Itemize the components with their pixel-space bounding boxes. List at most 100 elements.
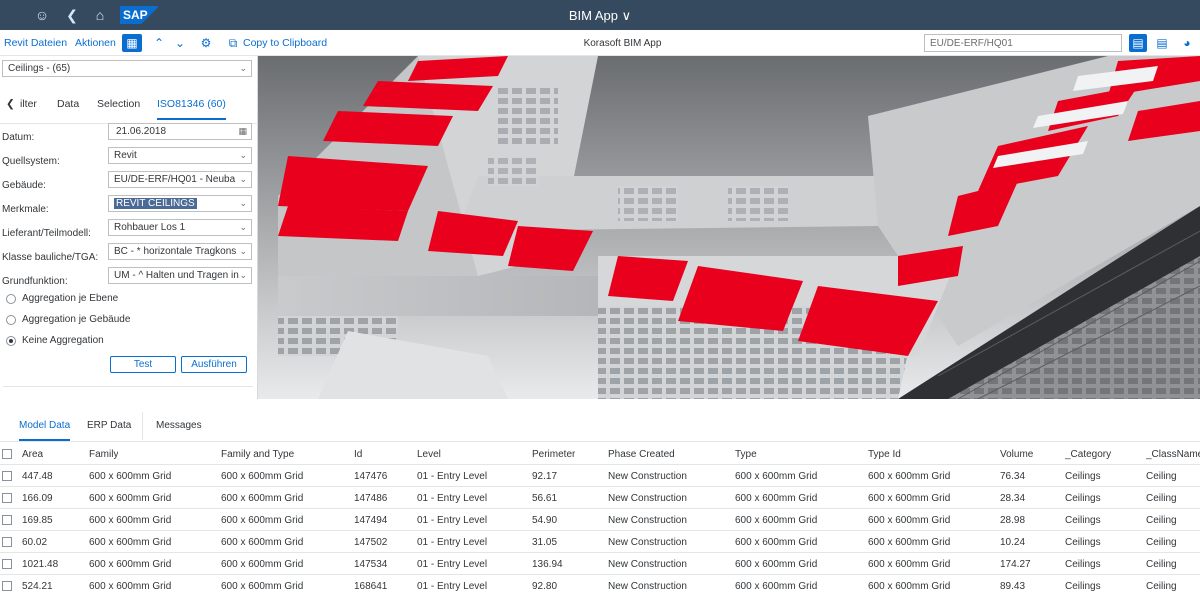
class-select[interactable]: BC - * horizontale Tragkons ⌄ (108, 243, 252, 260)
category-select[interactable]: Ceilings - (65) ⌄ (2, 60, 252, 77)
features-select[interactable]: REVIT CEILINGS ⌄ (108, 195, 252, 212)
building-search-input[interactable] (924, 34, 1122, 52)
field-label-class: Klasse bauliche/TGA: (2, 252, 99, 263)
chevron-down-icon[interactable]: ⌄ (173, 34, 187, 52)
table-cell: 600 x 600mm Grid (89, 537, 172, 548)
row-checkbox[interactable] (2, 471, 12, 481)
chevron-down-icon: ⌄ (239, 270, 247, 280)
tab-messages[interactable]: Messages (156, 420, 202, 431)
column-header[interactable]: _Category (1065, 449, 1111, 460)
report-icon[interactable]: ▤ (1129, 34, 1147, 52)
table-cell: 56.61 (532, 493, 558, 504)
table-cell: 01 - Entry Level (417, 493, 488, 504)
column-header[interactable]: Level (417, 449, 441, 460)
table-cell: 600 x 600mm Grid (89, 515, 172, 526)
home-icon[interactable]: ⌂ (92, 7, 108, 23)
pie-icon[interactable]: ◕ (1178, 34, 1196, 52)
tab-erp-data[interactable]: ERP Data (87, 420, 131, 431)
table-row[interactable]: 524.21 600 x 600mm Grid 600 x 600mm Grid 16… (0, 575, 1200, 595)
chevron-down-icon: ⌄ (239, 174, 247, 184)
table-cell: 60.02 (22, 537, 48, 548)
column-header[interactable]: Type (735, 449, 757, 460)
supplier-select[interactable]: Rohbauer Los 1 ⌄ (108, 219, 252, 236)
table-row[interactable]: 166.09 600 x 600mm Grid 600 x 600mm Grid 14… (0, 487, 1200, 509)
row-checkbox[interactable] (2, 559, 12, 569)
run-button[interactable]: Ausführen (181, 356, 247, 373)
column-header[interactable]: Volume (1000, 449, 1033, 460)
table-cell: 600 x 600mm Grid (221, 471, 304, 482)
column-header[interactable]: Family (89, 449, 118, 460)
tab-separator (142, 412, 143, 440)
table-cell: 447.48 (22, 471, 53, 482)
class-value: BC - * horizontale Tragkons (114, 246, 237, 257)
table-row[interactable]: 169.85 600 x 600mm Grid 600 x 600mm Grid 14… (0, 509, 1200, 531)
column-header[interactable]: Perimeter (532, 449, 575, 460)
radio-per-level[interactable] (6, 294, 16, 304)
calendar-icon[interactable]: ▦ (238, 124, 247, 139)
row-checkbox[interactable] (2, 581, 12, 591)
table-cell: 600 x 600mm Grid (89, 493, 172, 504)
chevron-up-icon[interactable]: ⌃ (152, 34, 166, 52)
building-select[interactable]: EU/DE-ERF/HQ01 - Neuba ⌄ (108, 171, 252, 188)
user-icon[interactable]: ☺ (34, 7, 50, 23)
table-cell: New Construction (608, 581, 687, 592)
tab-selection[interactable]: Selection (97, 98, 140, 110)
list-icon[interactable]: ▤ (1153, 34, 1171, 52)
column-header[interactable]: Id (354, 449, 362, 460)
radio-per-building[interactable] (6, 315, 16, 325)
table-cell: Ceiling (1146, 537, 1177, 548)
row-checkbox[interactable] (2, 493, 12, 503)
column-header[interactable]: Area (22, 449, 43, 460)
building-value: EU/DE-ERF/HQ01 - Neuba (114, 174, 236, 185)
table-cell: New Construction (608, 515, 687, 526)
column-header[interactable]: _ClassName (1146, 449, 1200, 460)
function-select[interactable]: UM - ^ Halten und Tragen in ⌄ (108, 267, 252, 284)
tab-data[interactable]: Data (57, 98, 79, 110)
table-cell: 600 x 600mm Grid (735, 537, 818, 548)
table-row[interactable]: 447.48 600 x 600mm Grid 600 x 600mm Grid 14… (0, 465, 1200, 487)
table-cell: 92.80 (532, 581, 558, 592)
revit-files-link[interactable]: Revit Dateien (4, 37, 67, 49)
table-cell: 01 - Entry Level (417, 537, 488, 548)
bim-3d-viewer[interactable] (258, 56, 1200, 399)
back-icon[interactable]: ❮ (64, 7, 80, 23)
column-header[interactable]: Phase Created (608, 449, 675, 460)
panel-divider (3, 386, 253, 387)
tab-model-data[interactable]: Model Data (19, 420, 71, 441)
column-header[interactable]: Family and Type (221, 449, 294, 460)
table-cell: 600 x 600mm Grid (735, 581, 818, 592)
tab-iso81346[interactable]: ISO81346 (60) (157, 98, 226, 120)
table-cell: 600 x 600mm Grid (868, 515, 951, 526)
select-all-checkbox[interactable] (2, 449, 12, 459)
tab-filter[interactable]: ilter (20, 98, 37, 110)
table-cell: 01 - Entry Level (417, 471, 488, 482)
table-cell: 600 x 600mm Grid (868, 537, 951, 548)
filter-panel: Ceilings - (65) ⌄ ❮ ilter Data Selection… (0, 56, 258, 399)
building-model[interactable] (258, 56, 1200, 399)
source-select[interactable]: Revit ⌄ (108, 147, 252, 164)
app-title[interactable]: BIM App ∨ (569, 8, 631, 23)
row-checkbox[interactable] (2, 537, 12, 547)
copy-to-clipboard-link[interactable]: Copy to Clipboard (243, 37, 327, 49)
grid-icon[interactable]: ▦ (122, 34, 142, 52)
radio-no-aggregation[interactable] (6, 336, 16, 346)
copy-icon[interactable]: ⧉ (226, 34, 240, 52)
table-row[interactable]: 60.02 600 x 600mm Grid 600 x 600mm Grid 147… (0, 531, 1200, 553)
table-cell: Ceilings (1065, 515, 1101, 526)
column-header[interactable]: Type Id (868, 449, 901, 460)
test-button[interactable]: Test (110, 356, 176, 373)
row-checkbox[interactable] (2, 515, 12, 525)
radio-label-per-building: Aggregation je Gebäude (22, 314, 131, 325)
field-label-source: Quellsystem: (2, 156, 60, 167)
table-row[interactable]: 1021.48 600 x 600mm Grid 600 x 600mm Grid 1… (0, 553, 1200, 575)
tabs-back-icon[interactable]: ❮ (6, 98, 15, 110)
table-cell: Ceiling (1146, 559, 1177, 570)
settings-icon[interactable]: ⚙ (198, 34, 214, 52)
chevron-down-icon: ⌄ (239, 150, 247, 160)
table-cell: 600 x 600mm Grid (89, 581, 172, 592)
date-field[interactable]: 21.06.2018 ▦ (108, 123, 252, 140)
table-cell: 147534 (354, 559, 388, 570)
actions-link[interactable]: Aktionen (75, 37, 116, 49)
source-value: Revit (114, 150, 137, 161)
filter-tabs: ❮ ilter Data Selection ISO81346 (60) (0, 96, 258, 124)
